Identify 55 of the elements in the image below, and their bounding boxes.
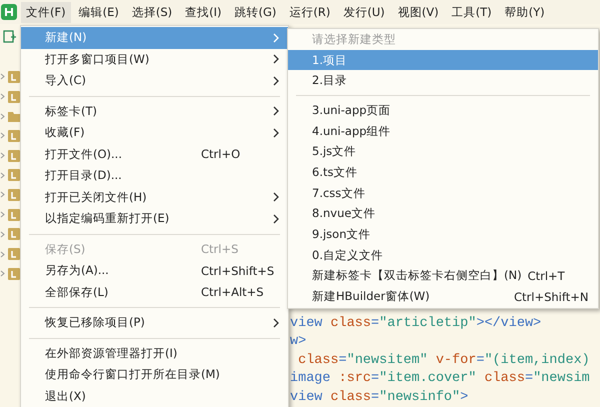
chevron-icon[interactable] [0, 152, 5, 160]
app-logo-icon [1, 4, 17, 20]
menu-item[interactable]: 5.js文件 [288, 141, 598, 162]
menu-bar-item[interactable]: 编辑(E) [74, 2, 124, 22]
menu-item[interactable]: 新建HBuilder窗体(W) Ctrl+Shift+N [288, 286, 598, 307]
chevron-icon[interactable] [0, 230, 5, 238]
folder-icon [8, 110, 20, 122]
code-line: class="newsitem" v-for="(item,index) [297, 352, 591, 370]
code-line: view class="articletip"></view> [290, 315, 542, 333]
chevron-icon[interactable] [0, 73, 5, 80]
menu-bar-item[interactable]: 运行(R) [284, 2, 336, 22]
chevron-icon[interactable] [0, 112, 5, 120]
chevron-icon[interactable] [0, 93, 5, 100]
menu-item[interactable]: 打开多窗口项目(W) [21, 48, 288, 70]
menu-bar-item[interactable]: 工具(T) [446, 2, 497, 22]
menu-item[interactable]: 0.自定义文件 [288, 244, 598, 266]
menu-item[interactable]: 以指定编码重新打开(E) [21, 208, 288, 230]
chevron-icon[interactable] [0, 250, 5, 258]
chevron-icon[interactable] [0, 132, 5, 140]
menu-bar-item[interactable]: 选择(S) [126, 2, 178, 22]
chevron-icon[interactable] [0, 191, 5, 198]
menu-item[interactable]: 打开文件(O)... Ctrl+O [21, 144, 288, 165]
new-file-icon[interactable] [3, 30, 16, 43]
menu-item[interactable]: 标签卡(T) [21, 100, 288, 122]
menu-item[interactable]: 恢复已移除项目(P) [21, 312, 288, 334]
code-line: image :src="item.cover" class="newsim [290, 370, 591, 388]
menu-bar-item[interactable]: 跳转(G) [230, 2, 282, 22]
menu-item[interactable]: 6.ts文件 [288, 162, 598, 183]
menu-item[interactable]: 4.uni-app组件 [288, 120, 598, 142]
menu-item[interactable]: 新建标签卡【双击标签卡右侧空白】(N) Ctrl+T [288, 266, 598, 286]
menu-item[interactable]: 8.nvue文件 [288, 204, 598, 224]
menu-item[interactable]: 导入(C) [21, 70, 288, 92]
chevron-icon[interactable] [0, 172, 5, 179]
chevron-icon[interactable] [0, 270, 5, 278]
menu-bar-item[interactable]: 文件(F) [21, 2, 71, 22]
menu-item[interactable]: 9.json文件 [288, 224, 598, 245]
menu-item[interactable]: 3.uni-app页面 [288, 100, 598, 121]
menu-item[interactable]: 收藏(F) [21, 122, 288, 144]
menu-item[interactable]: 使用命令行窗口打开所在目录(M) [21, 364, 288, 386]
menu-bar-item[interactable]: 查找(I) [180, 2, 226, 22]
menu-item[interactable]: 打开目录(D)... [21, 165, 288, 186]
menu-item[interactable]: 全部保存(L) Ctrl+Alt+S [21, 282, 288, 303]
menu-item[interactable]: 退出(X) [21, 386, 288, 407]
menu-bar-item[interactable]: 发行(U) [338, 2, 390, 22]
code-line: view class="newsinfo"> [290, 388, 470, 407]
menu-item[interactable]: 另存为(A)... Ctrl+Shift+S [21, 260, 288, 282]
code-line: w> [290, 333, 308, 352]
menu-bar-item[interactable]: 帮助(Y) [500, 2, 550, 22]
menu-item[interactable]: 在外部资源管理器打开(I) [21, 342, 288, 364]
menu-bar-item[interactable]: 视图(V) [392, 2, 444, 22]
menu-header: 请选择新建类型 [311, 30, 397, 48]
menu-item[interactable]: 7.css文件 [288, 182, 598, 204]
menu-item[interactable]: 打开已关闭文件(H) [21, 186, 288, 208]
menu-item[interactable]: 2.目录 [288, 70, 598, 92]
chevron-icon[interactable] [0, 211, 5, 218]
